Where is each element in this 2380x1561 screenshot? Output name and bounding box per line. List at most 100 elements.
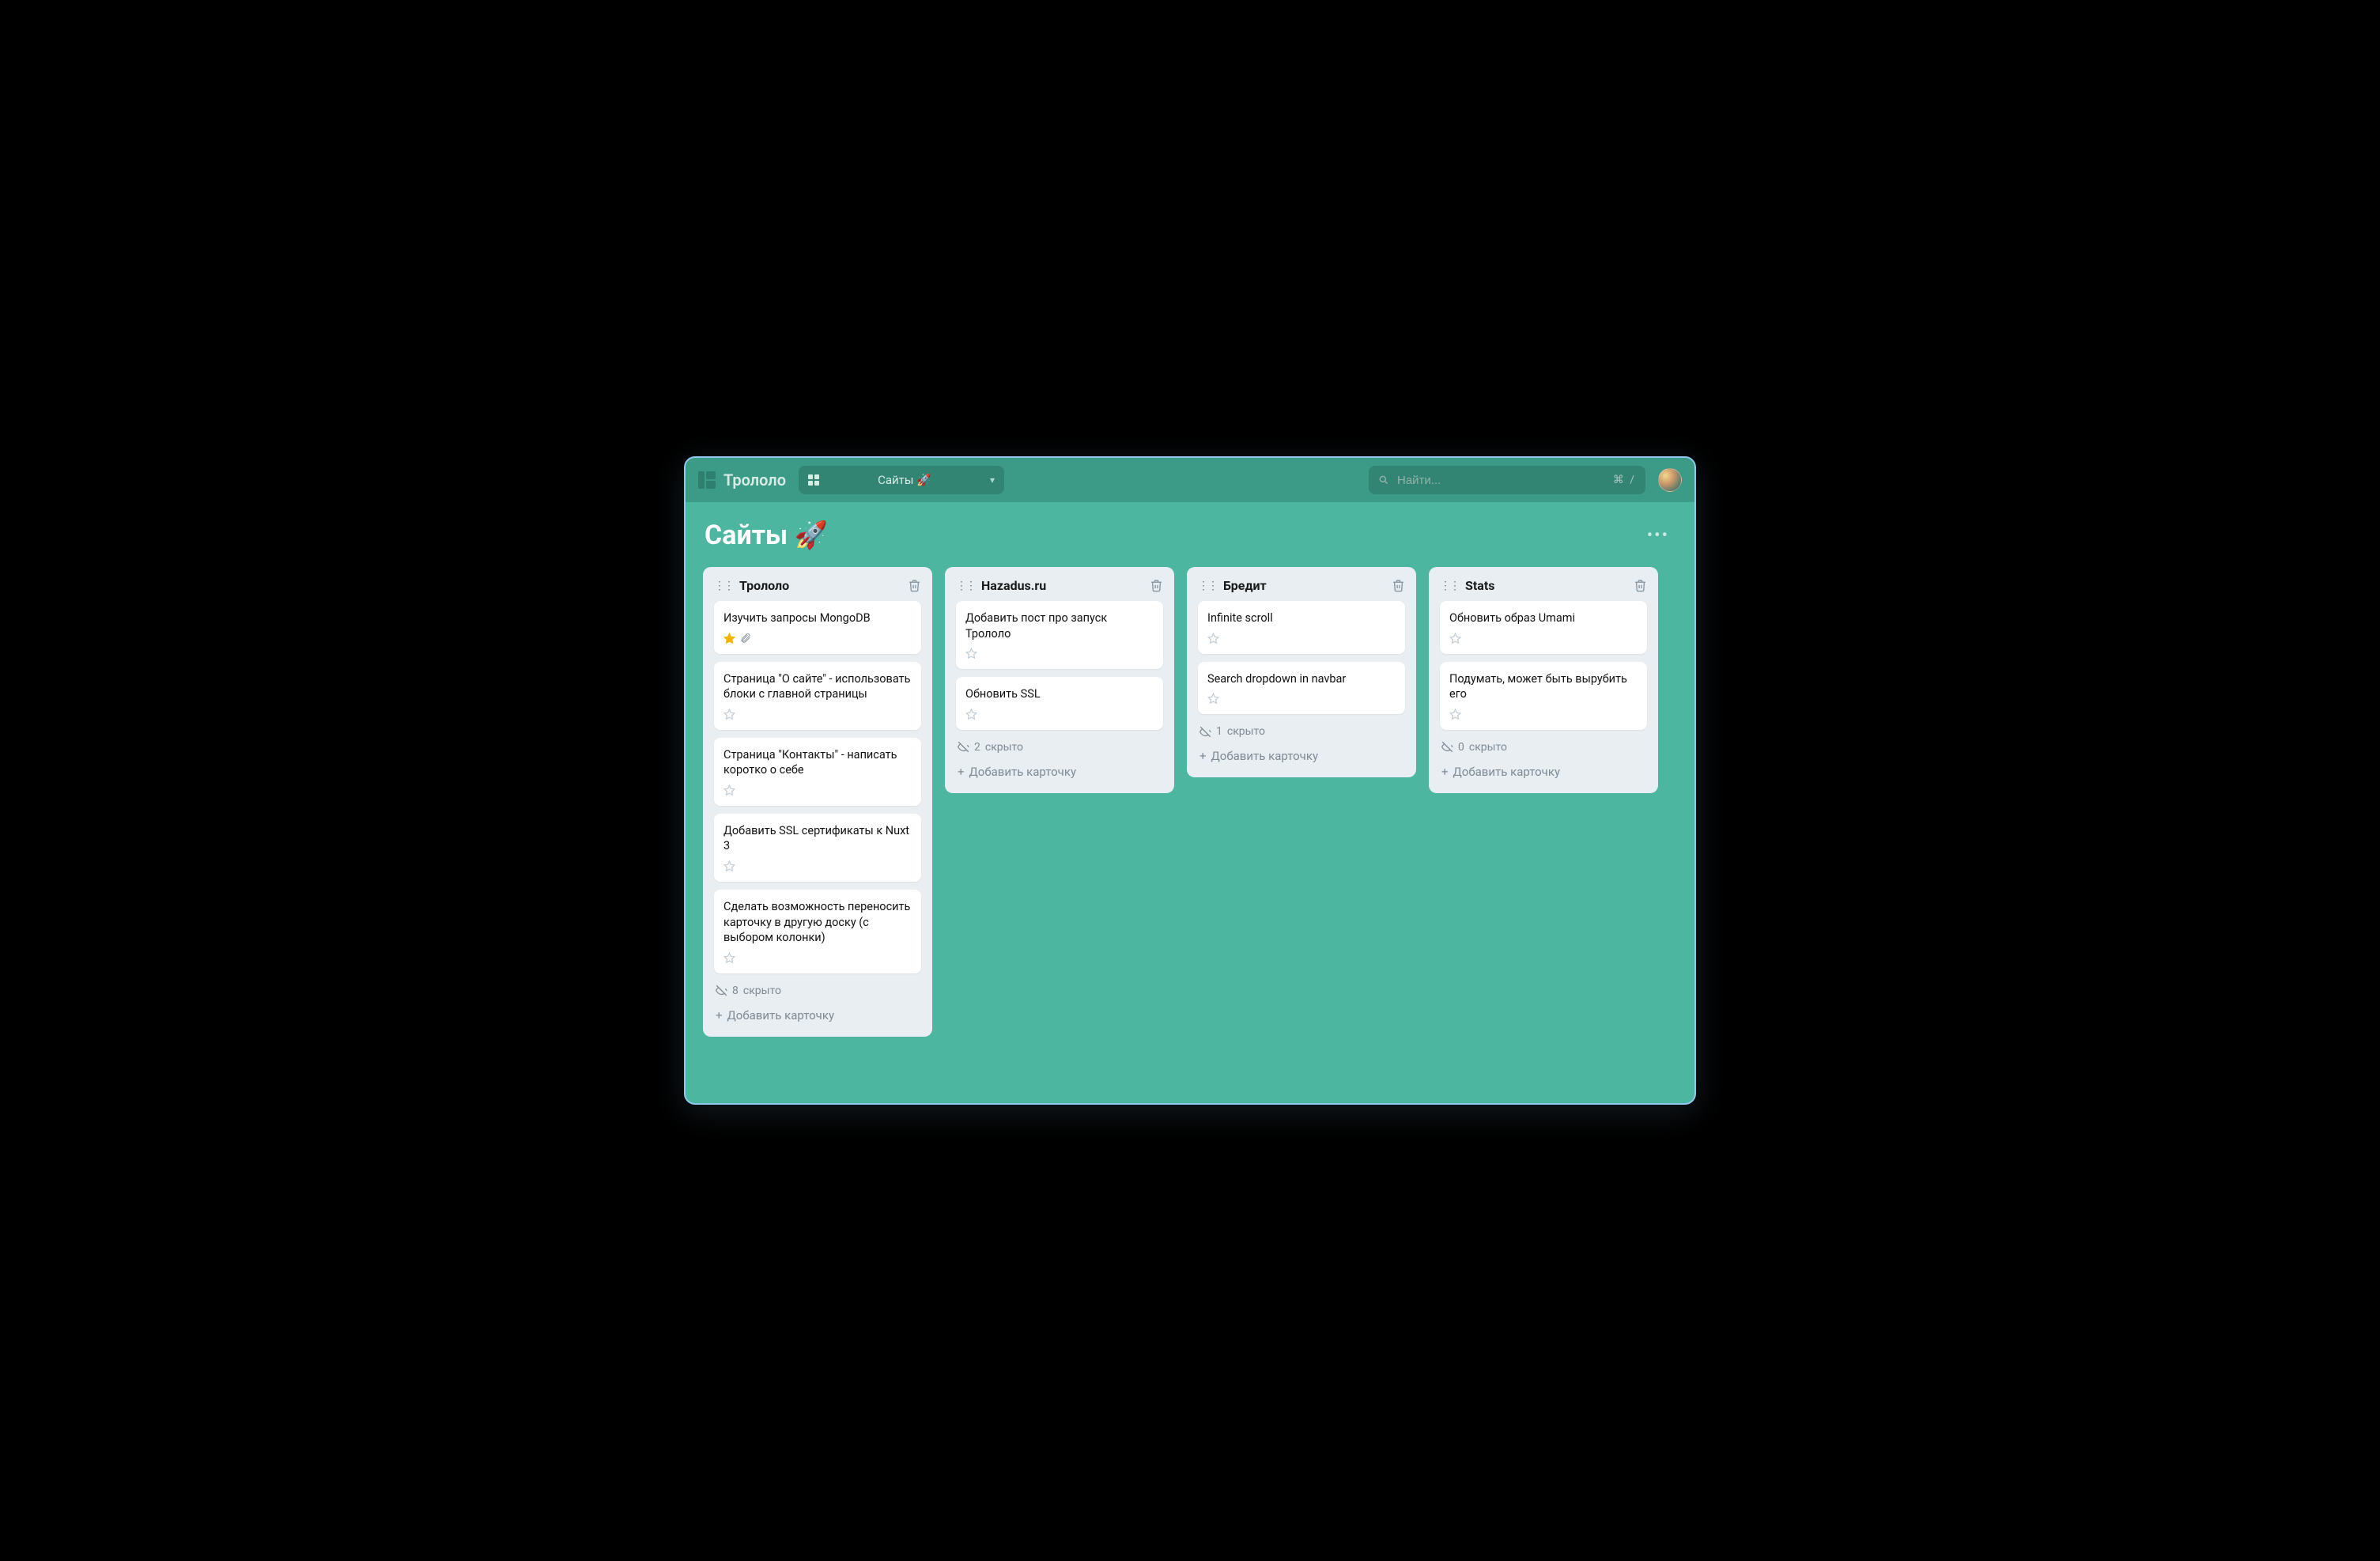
list-title[interactable]: Бредит [1223, 578, 1385, 593]
add-card-button[interactable]: + Добавить карточку [1440, 762, 1647, 782]
star-icon[interactable] [965, 648, 977, 660]
board-switcher-label: Сайты 🚀 [827, 473, 982, 487]
star-icon[interactable] [723, 633, 735, 644]
list-title[interactable]: Hazadus.ru [981, 578, 1143, 593]
hidden-word: скрыто [1469, 741, 1507, 754]
star-icon[interactable] [965, 709, 977, 720]
star-icon[interactable] [1449, 709, 1461, 720]
card[interactable]: Обновить образ Umami [1440, 601, 1647, 654]
star-icon[interactable] [723, 952, 735, 964]
hidden-count[interactable]: 0 скрыто [1440, 738, 1647, 754]
hidden-count[interactable]: 2 скрыто [956, 738, 1163, 754]
star-icon[interactable] [1207, 693, 1219, 705]
list-header: ⋮⋮ Stats [1440, 578, 1647, 593]
card-title: Добавить SSL сертификаты к Nuxt 3 [723, 823, 912, 854]
hidden-count-number: 1 [1216, 725, 1222, 738]
hidden-word: скрыто [743, 985, 781, 997]
card-title: Сделать возможность переносить карточку … [723, 899, 912, 946]
card-icons [723, 784, 912, 796]
hidden-count-number: 8 [732, 985, 739, 997]
card-icons [1449, 709, 1638, 720]
chevron-down-icon: ▾ [990, 474, 995, 486]
search-input[interactable] [1397, 474, 1605, 487]
plus-icon: + [1441, 765, 1449, 779]
list: ⋮⋮ Трололо Изучить запросы MongoDB Страница… [703, 567, 932, 1037]
app-logo[interactable]: Трололо [698, 471, 786, 489]
list-header: ⋮⋮ Трололо [714, 578, 921, 593]
topbar: Трололо Сайты 🚀 ▾ ⌘ / [686, 458, 1694, 502]
trash-icon[interactable] [1634, 579, 1647, 592]
hidden-count-number: 2 [974, 741, 980, 754]
trash-icon[interactable] [1150, 579, 1163, 592]
card-title: Страница "Контакты" - написать коротко о… [723, 747, 912, 778]
card-icons [723, 952, 912, 964]
app-name: Трололо [723, 471, 786, 489]
logo-icon [698, 471, 716, 489]
search-icon [1378, 474, 1389, 486]
app-window: Трололо Сайты 🚀 ▾ ⌘ / Сайты 🚀 ••• ⋮⋮ Трол… [684, 456, 1696, 1105]
add-card-button[interactable]: + Добавить карточку [714, 1005, 921, 1026]
list-title[interactable]: Трололо [739, 578, 901, 593]
drag-handle-icon[interactable]: ⋮⋮ [956, 580, 975, 592]
plus-icon: + [958, 765, 965, 779]
card-icons [965, 648, 1154, 660]
hidden-word: скрыто [1227, 725, 1265, 738]
board-title: Сайты 🚀 [705, 520, 828, 551]
drag-handle-icon[interactable]: ⋮⋮ [1198, 580, 1217, 592]
hidden-count[interactable]: 8 скрыто [714, 981, 921, 997]
drag-handle-icon[interactable]: ⋮⋮ [714, 580, 733, 592]
card[interactable]: Search dropdown in navbar [1198, 662, 1405, 715]
add-card-label: Добавить карточку [1453, 765, 1561, 779]
trash-icon[interactable] [908, 579, 921, 592]
card[interactable]: Добавить SSL сертификаты к Nuxt 3 [714, 814, 921, 882]
search-shortcut: ⌘ / [1613, 474, 1636, 486]
list-title[interactable]: Stats [1465, 578, 1627, 593]
plus-icon: + [1199, 749, 1207, 763]
avatar[interactable] [1658, 468, 1682, 492]
plus-icon: + [716, 1008, 723, 1022]
star-icon[interactable] [723, 784, 735, 796]
card-title: Infinite scroll [1207, 610, 1396, 626]
eye-off-icon [958, 741, 969, 753]
card[interactable]: Infinite scroll [1198, 601, 1405, 654]
list: ⋮⋮ Stats Обновить образ Umami Подумать, мож… [1429, 567, 1658, 793]
star-icon[interactable] [723, 860, 735, 872]
add-card-label: Добавить карточку [727, 1008, 835, 1022]
board-menu-button[interactable]: ••• [1641, 523, 1675, 549]
hidden-count[interactable]: 1 скрыто [1198, 722, 1405, 738]
attachment-icon [740, 633, 751, 644]
card[interactable]: Страница "О сайте" - использовать блоки … [714, 662, 921, 730]
star-icon[interactable] [1207, 633, 1219, 644]
grid-icon [808, 474, 819, 486]
card-icons [1207, 633, 1396, 644]
card-title: Изучить запросы MongoDB [723, 610, 912, 626]
card-title: Подумать, может быть вырубить его [1449, 671, 1638, 702]
card[interactable]: Подумать, может быть вырубить его [1440, 662, 1647, 730]
card[interactable]: Добавить пост про запуск Трололо [956, 601, 1163, 669]
card-icons [723, 633, 912, 644]
eye-off-icon [1441, 741, 1453, 753]
card[interactable]: Обновить SSL [956, 677, 1163, 730]
card[interactable]: Сделать возможность переносить карточку … [714, 890, 921, 973]
add-card-button[interactable]: + Добавить карточку [1198, 746, 1405, 766]
list: ⋮⋮ Бредит Infinite scroll Search dropdown i… [1187, 567, 1416, 777]
search-box[interactable]: ⌘ / [1369, 466, 1645, 494]
card-icons [723, 709, 912, 720]
card-title: Обновить SSL [965, 686, 1154, 702]
board-switcher[interactable]: Сайты 🚀 ▾ [799, 466, 1004, 494]
board-header: Сайты 🚀 ••• [686, 502, 1694, 556]
hidden-count-number: 0 [1458, 741, 1464, 754]
star-icon[interactable] [1449, 633, 1461, 644]
card[interactable]: Изучить запросы MongoDB [714, 601, 921, 654]
drag-handle-icon[interactable]: ⋮⋮ [1440, 580, 1459, 592]
eye-off-icon [716, 985, 727, 996]
card[interactable]: Страница "Контакты" - написать коротко о… [714, 738, 921, 806]
trash-icon[interactable] [1392, 579, 1405, 592]
card-title: Страница "О сайте" - использовать блоки … [723, 671, 912, 702]
card-title: Добавить пост про запуск Трололо [965, 610, 1154, 641]
add-card-button[interactable]: + Добавить карточку [956, 762, 1163, 782]
card-icons [723, 860, 912, 872]
star-icon[interactable] [723, 709, 735, 720]
add-card-label: Добавить карточку [969, 765, 1077, 779]
lists-container: ⋮⋮ Трололо Изучить запросы MongoDB Страница… [686, 556, 1694, 1103]
